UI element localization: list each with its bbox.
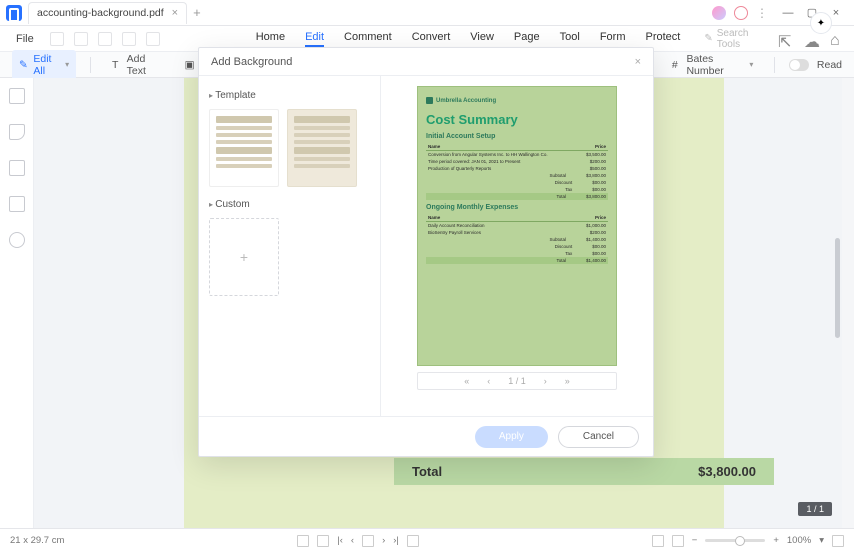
tab-protect[interactable]: Protect bbox=[645, 31, 680, 47]
pager-first[interactable]: « bbox=[464, 376, 469, 386]
template-section-label: Template bbox=[209, 90, 370, 101]
background-preview: Umbrella Accounting Cost Summary Initial… bbox=[417, 86, 617, 366]
tab-edit[interactable]: Edit bbox=[305, 31, 324, 47]
quick-actions bbox=[50, 32, 160, 46]
dialog-footer: Apply Cancel bbox=[199, 416, 653, 456]
comment-panel-icon[interactable] bbox=[9, 160, 25, 176]
home-icon[interactable]: ⌂ bbox=[830, 32, 844, 46]
new-tab-button[interactable]: + bbox=[193, 5, 201, 20]
notification-icon[interactable] bbox=[734, 6, 748, 20]
dialog-close-button[interactable]: × bbox=[635, 56, 641, 68]
total-label: Total bbox=[412, 464, 442, 479]
share-icon[interactable]: ⇱ bbox=[778, 32, 792, 46]
preview-pager: « ‹ 1 / 1 › » bbox=[417, 372, 617, 390]
total-row: Total $3,800.00 bbox=[394, 458, 774, 485]
nav-prev-icon[interactable]: ‹ bbox=[351, 535, 354, 546]
rotate-icon[interactable] bbox=[407, 535, 419, 547]
pager-prev[interactable]: ‹ bbox=[487, 376, 490, 386]
dialog-header: Add Background × bbox=[199, 48, 653, 76]
search-placeholder: Search Tools bbox=[717, 28, 772, 50]
main-tabs: Home Edit Comment Convert View Page Tool… bbox=[256, 31, 681, 47]
fullscreen-icon[interactable] bbox=[832, 535, 844, 547]
read-label: Read bbox=[817, 59, 842, 71]
zoom-in-button[interactable]: + bbox=[773, 535, 779, 546]
pager-next[interactable]: › bbox=[544, 376, 547, 386]
template-thumb-1[interactable] bbox=[209, 109, 279, 187]
add-custom-background-button[interactable]: + bbox=[209, 218, 279, 296]
search-tools[interactable]: ✎ Search Tools bbox=[704, 28, 772, 50]
file-menu[interactable]: File bbox=[10, 31, 40, 47]
tab-convert[interactable]: Convert bbox=[412, 31, 451, 47]
tab-tool[interactable]: Tool bbox=[560, 31, 580, 47]
preview-heading: Cost Summary bbox=[426, 112, 608, 127]
total-value: $3,800.00 bbox=[698, 464, 756, 479]
thumbnails-icon[interactable] bbox=[9, 88, 25, 104]
zoom-dropdown-icon[interactable]: ▾ bbox=[819, 535, 824, 546]
status-bar: 21 x 29.7 cm |‹ ‹ › ›| − + 100% ▾ bbox=[0, 528, 854, 552]
select-tool-icon[interactable] bbox=[317, 535, 329, 547]
app-logo-icon bbox=[6, 5, 22, 21]
vertical-scrollbar[interactable] bbox=[835, 238, 840, 338]
template-thumb-2[interactable] bbox=[287, 109, 357, 187]
print-icon[interactable] bbox=[146, 32, 160, 46]
umbrella-logo-icon bbox=[426, 97, 433, 104]
left-panel-rail bbox=[0, 78, 34, 528]
redo-icon[interactable] bbox=[122, 32, 136, 46]
search-panel-icon[interactable] bbox=[9, 232, 25, 248]
bates-number-button[interactable]: #Bates Number▾ bbox=[665, 50, 760, 80]
ai-assist-button[interactable]: ✦ bbox=[810, 12, 832, 34]
hand-tool-icon[interactable] bbox=[297, 535, 309, 547]
template-panel: Template Custom + bbox=[199, 76, 381, 416]
zoom-slider[interactable] bbox=[705, 539, 765, 542]
read-toggle[interactable] bbox=[789, 59, 809, 71]
nav-next-icon[interactable]: › bbox=[382, 535, 385, 546]
tab-view[interactable]: View bbox=[470, 31, 494, 47]
tab-comment[interactable]: Comment bbox=[344, 31, 392, 47]
undo-icon[interactable] bbox=[98, 32, 112, 46]
fit-width-icon[interactable] bbox=[672, 535, 684, 547]
minimize-button[interactable]: — bbox=[776, 3, 800, 23]
tab-title: accounting-background.pdf bbox=[37, 7, 164, 19]
pencil-icon: ✎ bbox=[19, 59, 29, 71]
cancel-button[interactable]: Cancel bbox=[558, 426, 639, 448]
apply-button[interactable]: Apply bbox=[475, 426, 548, 448]
dialog-title: Add Background bbox=[211, 56, 292, 68]
add-text-button[interactable]: TAdd Text bbox=[105, 50, 170, 80]
nav-last-icon[interactable]: ›| bbox=[393, 535, 399, 546]
tab-home[interactable]: Home bbox=[256, 31, 285, 47]
edit-all-button[interactable]: ✎ Edit All ▾ bbox=[12, 50, 76, 80]
custom-section-label: Custom bbox=[209, 199, 370, 210]
kebab-menu-icon[interactable]: ⋮ bbox=[756, 6, 768, 20]
open-icon[interactable] bbox=[50, 32, 64, 46]
page-input[interactable] bbox=[362, 535, 374, 547]
zoom-out-button[interactable]: − bbox=[692, 535, 698, 546]
document-tab[interactable]: accounting-background.pdf × bbox=[28, 2, 187, 24]
tab-page[interactable]: Page bbox=[514, 31, 540, 47]
save-icon[interactable] bbox=[74, 32, 88, 46]
add-background-dialog: Add Background × Template Custom + Umbre… bbox=[198, 47, 654, 457]
tab-form[interactable]: Form bbox=[600, 31, 626, 47]
page-dimensions: 21 x 29.7 cm bbox=[10, 535, 64, 546]
wand-icon: ✎ bbox=[704, 33, 712, 44]
close-tab-icon[interactable]: × bbox=[172, 7, 178, 19]
image-icon: ▣ bbox=[185, 59, 196, 71]
preview-panel: Umbrella Accounting Cost Summary Initial… bbox=[381, 76, 653, 416]
pager-last[interactable]: » bbox=[565, 376, 570, 386]
chevron-down-icon: ▾ bbox=[65, 60, 69, 69]
account-avatar-icon[interactable] bbox=[712, 6, 726, 20]
cloud-icon[interactable]: ☁ bbox=[804, 32, 818, 46]
text-icon: T bbox=[112, 59, 123, 71]
fit-page-icon[interactable] bbox=[652, 535, 664, 547]
attachment-icon[interactable] bbox=[9, 196, 25, 212]
nav-first-icon[interactable]: |‹ bbox=[337, 535, 343, 546]
titlebar: accounting-background.pdf × + ⋮ — ▢ × bbox=[0, 0, 854, 26]
bookmark-icon[interactable] bbox=[9, 124, 25, 140]
bates-icon: # bbox=[672, 59, 683, 71]
page-indicator: 1 / 1 bbox=[798, 502, 832, 516]
zoom-value: 100% bbox=[787, 535, 811, 546]
